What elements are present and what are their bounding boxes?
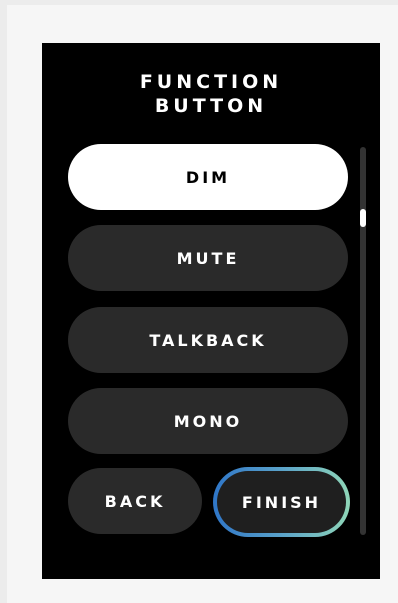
option-talkback[interactable]: TALKBACK [68, 307, 348, 373]
finish-button[interactable]: FINISH [213, 467, 350, 537]
title-line-1: FUNCTION [139, 71, 283, 93]
back-button[interactable]: BACK [68, 468, 202, 534]
screen-title: FUNCTION BUTTON [42, 70, 380, 118]
option-label: TALKBACK [149, 330, 267, 350]
option-label: MUTE [176, 248, 240, 268]
back-button-label: BACK [104, 491, 166, 511]
option-label: DIM [185, 167, 231, 187]
scrollbar-thumb[interactable] [360, 209, 366, 227]
option-label: MONO [173, 411, 243, 431]
function-button-screen: FUNCTION BUTTON DIM MUTE TALKBACK MONO B… [42, 43, 380, 579]
scrollbar[interactable] [360, 147, 366, 535]
finish-button-label: FINISH [241, 492, 322, 512]
option-mono[interactable]: MONO [68, 388, 348, 454]
option-dim[interactable]: DIM [68, 144, 348, 210]
title-line-2: BUTTON [154, 95, 268, 117]
device-frame: FUNCTION BUTTON DIM MUTE TALKBACK MONO B… [7, 5, 398, 603]
finish-button-inner: FINISH [217, 471, 346, 533]
option-mute[interactable]: MUTE [68, 225, 348, 291]
